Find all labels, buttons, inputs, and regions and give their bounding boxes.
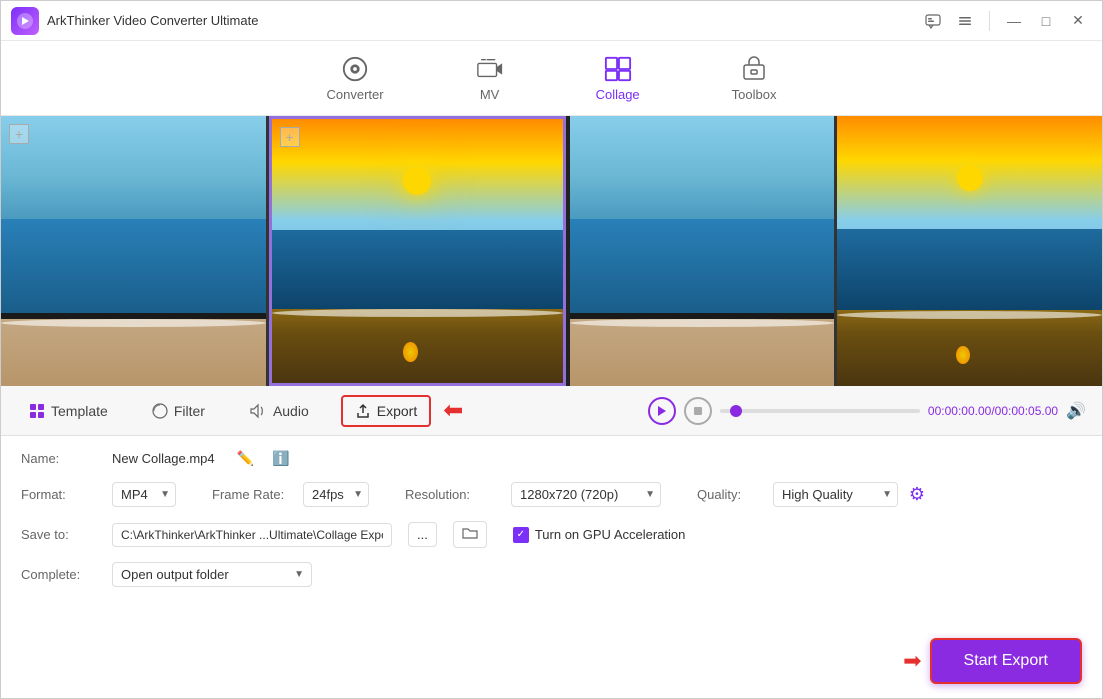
edit-name-icon[interactable]: ✏️	[237, 450, 254, 467]
audio-button[interactable]: Audio	[237, 397, 321, 425]
quality-select[interactable]: High Quality Medium Quality Low Quality	[773, 482, 898, 507]
more-options-button[interactable]: ...	[408, 522, 437, 547]
resolution-label: Resolution:	[405, 487, 495, 502]
framerate-select-wrapper: 24fps 30fps 60fps ▼	[303, 482, 369, 507]
start-export-annotation: ➡ Start Export	[903, 638, 1082, 684]
tab-collage[interactable]: Collage	[580, 47, 656, 110]
settings-area: Name: New Collage.mp4 ✏️ ℹ️ Format: MP4 …	[1, 436, 1102, 638]
gpu-acceleration-wrapper[interactable]: ✓ Turn on GPU Acceleration	[513, 527, 686, 543]
format-select[interactable]: MP4 MOV AVI	[112, 482, 176, 507]
saveto-label: Save to:	[21, 527, 96, 542]
name-row: Name: New Collage.mp4 ✏️ ℹ️	[21, 450, 1082, 467]
template-icon	[29, 403, 45, 419]
gpu-label: Turn on GPU Acceleration	[535, 527, 686, 542]
add-media-icon-1[interactable]: +	[9, 124, 29, 144]
titlebar-separator	[989, 11, 990, 31]
format-row: Format: MP4 MOV AVI ▼ Frame Rate: 24fps …	[21, 481, 1082, 507]
preview-cell-4[interactable]	[837, 116, 1102, 386]
audio-icon	[249, 403, 267, 419]
framerate-select[interactable]: 24fps 30fps 60fps	[303, 482, 369, 507]
filter-button[interactable]: Filter	[140, 397, 217, 425]
menu-button[interactable]	[951, 7, 979, 35]
framerate-label: Frame Rate:	[212, 487, 287, 502]
filter-icon	[152, 403, 168, 419]
bottom-toolbar: Template Filter Audio Export ⬅	[1, 386, 1102, 436]
info-icon[interactable]: ℹ️	[272, 450, 289, 467]
complete-select-wrapper: Open output folder Do nothing Shut down …	[112, 562, 312, 587]
start-export-button[interactable]: Start Export	[930, 638, 1082, 684]
play-button[interactable]	[648, 397, 676, 425]
export-icon	[355, 403, 371, 419]
folder-icon	[462, 526, 478, 540]
saveto-row: Save to: ... ✓ Turn on GPU Acceleration	[21, 521, 1082, 548]
gpu-checkbox[interactable]: ✓	[513, 527, 529, 543]
format-select-wrapper: MP4 MOV AVI ▼	[112, 482, 176, 507]
add-media-icon-2[interactable]: +	[280, 127, 300, 147]
progress-indicator	[730, 405, 742, 417]
app-title: ArkThinker Video Converter Ultimate	[47, 13, 919, 28]
format-label: Format:	[21, 487, 96, 502]
start-export-arrow-icon: ➡	[903, 648, 921, 674]
app-window: ArkThinker Video Converter Ultimate — □ …	[0, 0, 1103, 699]
quality-settings-button[interactable]: ⚙	[904, 481, 930, 507]
save-path-input[interactable]	[112, 523, 392, 547]
titlebar: ArkThinker Video Converter Ultimate — □ …	[1, 1, 1102, 41]
complete-select[interactable]: Open output folder Do nothing Shut down	[112, 562, 312, 587]
app-icon	[11, 7, 39, 35]
tab-toolbox[interactable]: Toolbox	[716, 47, 793, 110]
nav-tabs: Converter MV Collage	[1, 41, 1102, 116]
complete-row: Complete: Open output folder Do nothing …	[21, 562, 1082, 587]
tab-mv[interactable]: MV	[460, 47, 520, 110]
name-label: Name:	[21, 451, 96, 466]
quality-wrapper: High Quality Medium Quality Low Quality …	[773, 481, 930, 507]
close-button[interactable]: ✕	[1064, 7, 1092, 35]
quality-label: Quality:	[697, 487, 757, 502]
minimize-button[interactable]: —	[1000, 7, 1028, 35]
tab-converter[interactable]: Converter	[311, 47, 400, 110]
export-annotation: ⬅	[451, 396, 463, 425]
preview-cell-2[interactable]: +	[269, 116, 566, 386]
window-controls: — □ ✕	[919, 7, 1092, 35]
preview-cell-3[interactable]	[570, 116, 838, 386]
time-display: 00:00:00.00/00:00:05.00	[928, 404, 1058, 418]
preview-area: + +	[1, 116, 1102, 386]
folder-button[interactable]	[453, 521, 487, 548]
name-value: New Collage.mp4	[112, 451, 215, 466]
complete-label: Complete:	[21, 567, 96, 582]
maximize-button[interactable]: □	[1032, 7, 1060, 35]
resolution-select[interactable]: 1280x720 (720p) 1920x1080 (1080p) 3840x2…	[511, 482, 661, 507]
export-section: ➡ Start Export	[1, 638, 1102, 698]
preview-cell-1[interactable]: +	[1, 116, 269, 386]
quality-select-wrapper: High Quality Medium Quality Low Quality …	[773, 482, 898, 507]
export-button[interactable]: Export	[341, 395, 431, 427]
progress-bar[interactable]	[720, 409, 920, 413]
template-button[interactable]: Template	[17, 397, 120, 425]
volume-icon[interactable]: 🔊	[1066, 401, 1086, 421]
chat-button[interactable]	[919, 7, 947, 35]
stop-button[interactable]	[684, 397, 712, 425]
resolution-select-wrapper: 1280x720 (720p) 1920x1080 (1080p) 3840x2…	[511, 482, 661, 507]
playback-controls: 00:00:00.00/00:00:05.00 🔊	[648, 397, 1086, 425]
